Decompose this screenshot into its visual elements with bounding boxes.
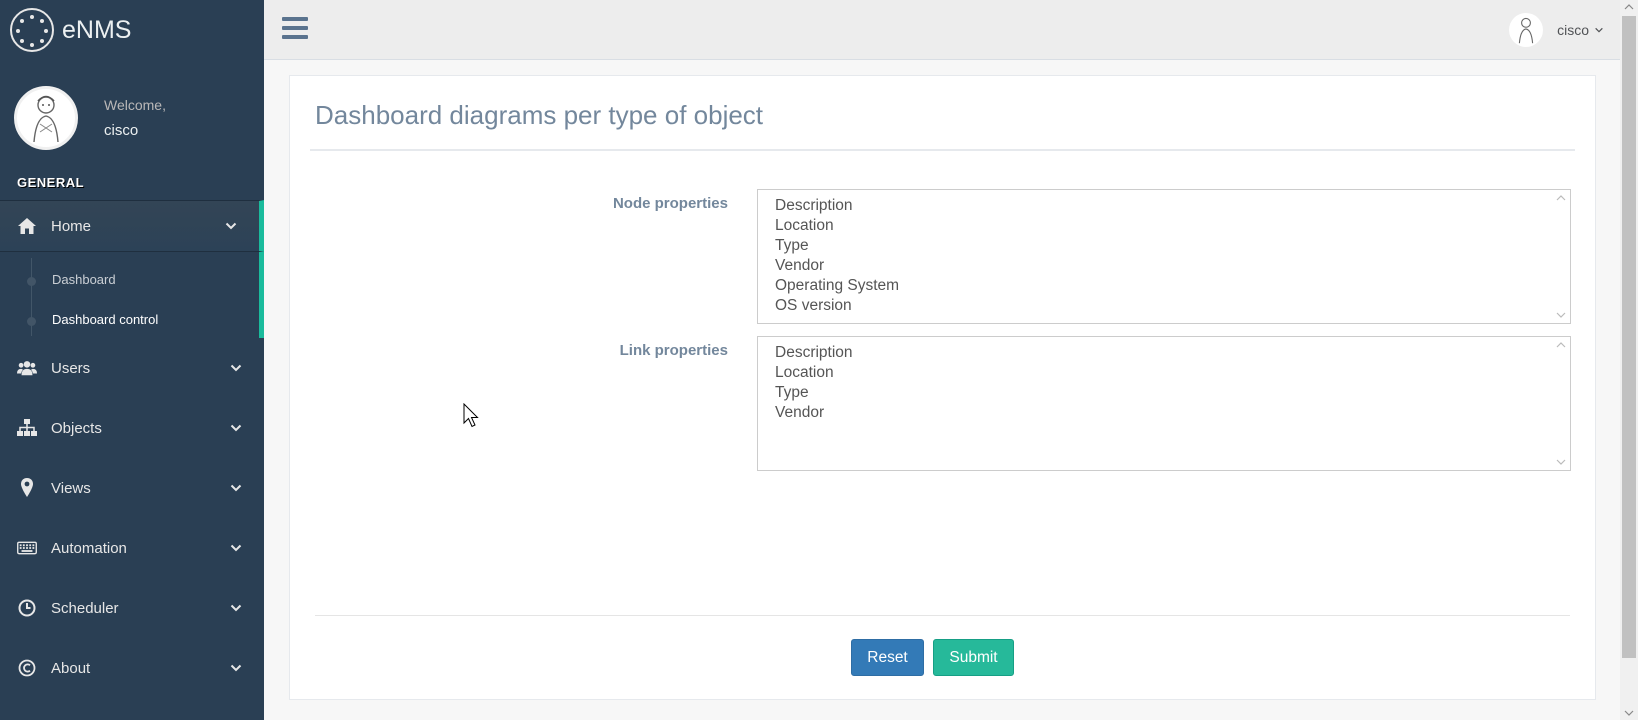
sidebar-item-about[interactable]: About — [0, 638, 264, 698]
chevron-down-icon — [230, 544, 242, 552]
home-icon — [17, 216, 37, 236]
welcome-text: Welcome, — [104, 97, 166, 113]
top-navbar: cisco — [264, 0, 1620, 60]
scroll-up-icon[interactable] — [1624, 3, 1634, 11]
divider — [310, 149, 1575, 151]
keyboard-icon — [17, 538, 37, 558]
select-option[interactable]: Type — [758, 383, 1570, 403]
select-option[interactable]: Description — [758, 196, 1570, 216]
sidebar-item-label: Scheduler — [51, 599, 119, 617]
sidebar-item-label: Views — [51, 479, 91, 497]
sidebar-item-label: Automation — [51, 539, 127, 557]
sidebar-item-home[interactable]: Home — [0, 200, 264, 252]
home-submenu: Dashboard Dashboard control — [0, 252, 264, 338]
scrollbar[interactable] — [1554, 192, 1568, 321]
page-title: Dashboard diagrams per type of object — [315, 100, 764, 130]
select-option[interactable]: Vendor — [758, 256, 1570, 276]
sidebar-item-label: Users — [51, 359, 91, 377]
avatar — [1509, 13, 1544, 47]
user-dropdown[interactable]: cisco — [1509, 13, 1604, 47]
chevron-down-icon — [230, 664, 242, 672]
brand[interactable]: eNMS — [0, 0, 264, 60]
sidebar: eNMS Welcome, cisco GENERAL Home Dashboa… — [0, 0, 264, 720]
chevron-down-icon — [230, 604, 242, 612]
copyright-icon — [17, 658, 37, 678]
sidebar-item-objects[interactable]: Objects — [0, 398, 264, 458]
user-portrait-icon — [33, 95, 59, 143]
chevron-down-icon — [230, 364, 242, 372]
scroll-up-icon — [1556, 342, 1566, 348]
enms-logo-icon — [10, 8, 54, 52]
sidebar-item-users[interactable]: Users — [0, 338, 264, 398]
sidebar-item-label: Objects — [51, 419, 102, 437]
scroll-up-icon — [1556, 195, 1566, 201]
sidebar-subitem-dashboard-control[interactable]: Dashboard control — [0, 300, 259, 340]
scroll-down-icon[interactable] — [1624, 709, 1634, 717]
select-option[interactable]: Operating System — [758, 276, 1570, 296]
sidebar-item-scheduler[interactable]: Scheduler — [0, 578, 264, 638]
select-option[interactable]: Description — [758, 343, 1570, 363]
mouse-cursor-icon — [463, 403, 479, 428]
select-option[interactable]: OS version — [758, 296, 1570, 316]
window-scrollbar[interactable] — [1620, 0, 1638, 720]
sidebar-menu-rest: Users Objects Views Automation Scheduler… — [0, 338, 264, 698]
chevron-down-icon — [1595, 27, 1603, 33]
select-option[interactable]: Vendor — [758, 403, 1570, 423]
sidebar-item-automation[interactable]: Automation — [0, 518, 264, 578]
chevron-down-icon — [230, 484, 242, 492]
scrollbar-thumb[interactable] — [1622, 16, 1636, 658]
profile: Welcome, cisco — [0, 60, 264, 176]
select-option[interactable]: Location — [758, 363, 1570, 383]
scroll-down-icon — [1556, 312, 1566, 318]
chevron-down-icon — [230, 424, 242, 432]
sidebar-item-label: Home — [51, 217, 92, 235]
avatar — [14, 86, 78, 150]
user-name: cisco — [1557, 22, 1589, 38]
chevron-down-icon — [225, 222, 237, 230]
profile-name: cisco — [104, 122, 139, 139]
reset-button[interactable]: Reset — [851, 639, 924, 676]
scrollbar[interactable] — [1554, 339, 1568, 468]
menu-toggle-icon[interactable] — [282, 17, 308, 41]
select-option[interactable]: Type — [758, 236, 1570, 256]
submit-button[interactable]: Submit — [933, 639, 1014, 676]
section-title: GENERAL — [17, 175, 85, 190]
dashboard-control-panel: Dashboard diagrams per type of object No… — [289, 75, 1596, 700]
sidebar-item-views[interactable]: Views — [0, 458, 264, 518]
user-portrait-icon — [1518, 17, 1534, 44]
divider — [315, 615, 1570, 616]
main-content: Dashboard diagrams per type of object No… — [264, 60, 1620, 720]
sidebar-menu: Home — [0, 200, 264, 252]
sidebar-item-label: About — [51, 659, 91, 677]
scroll-down-icon — [1556, 459, 1566, 465]
node-properties-label: Node properties — [612, 195, 728, 212]
sidebar-subitem-dashboard[interactable]: Dashboard — [0, 260, 259, 300]
link-properties-select[interactable]: Description Location Type Vendor — [757, 336, 1571, 471]
map-marker-icon — [17, 478, 37, 498]
users-icon — [17, 358, 37, 378]
brand-name: eNMS — [62, 15, 132, 44]
clock-icon — [17, 598, 37, 618]
link-properties-label: Link properties — [619, 342, 728, 359]
sitemap-icon — [17, 418, 37, 438]
select-option[interactable]: Location — [758, 216, 1570, 236]
node-properties-select[interactable]: Description Location Type Vendor Operating S… — [757, 189, 1571, 324]
